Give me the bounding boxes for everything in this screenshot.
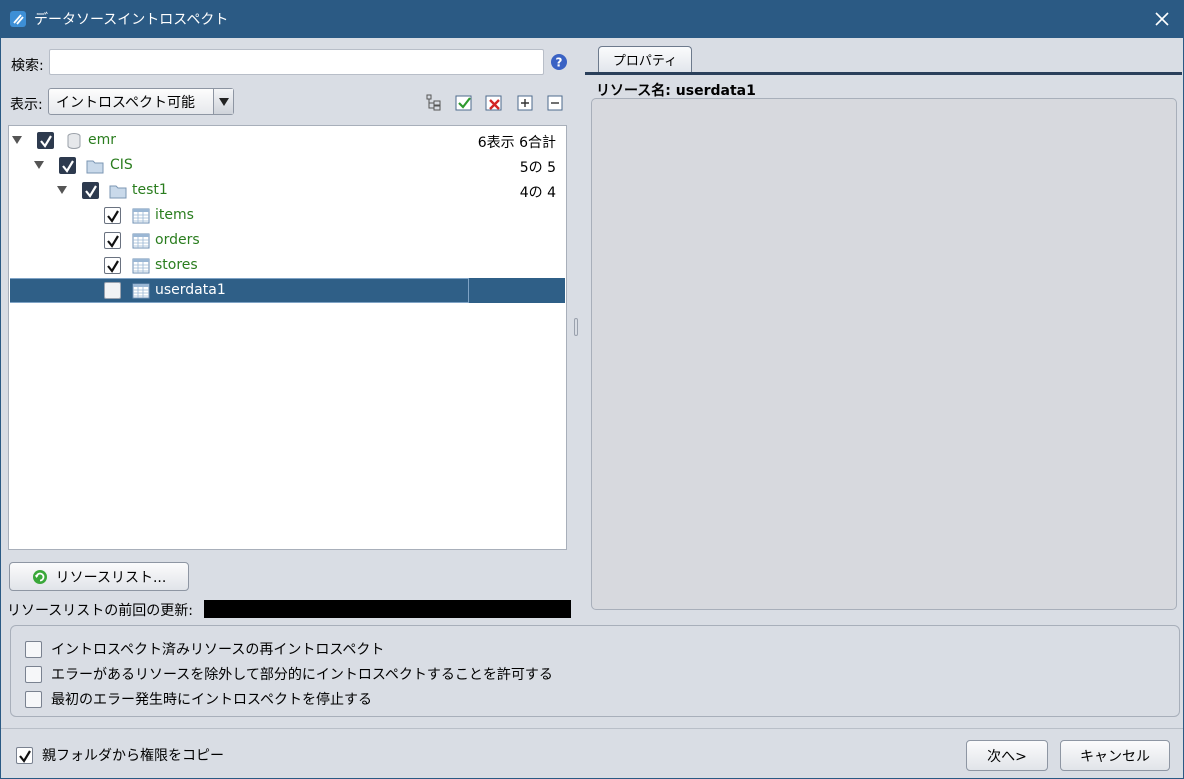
resource-list-button-label: リソースリスト... (55, 569, 167, 586)
tree-item-label: orders (155, 232, 200, 248)
cancel-button-label: キャンセル (1080, 748, 1150, 765)
help-icon[interactable]: ? (551, 54, 567, 70)
resource-name-title: リソース名: userdata1 (596, 83, 756, 99)
resource-list-button[interactable]: リソースリスト... (9, 562, 189, 591)
tree-row-orders[interactable]: orders (10, 228, 565, 253)
table-icon (132, 258, 150, 274)
close-icon[interactable] (1152, 9, 1172, 29)
tree-item-label: emr (88, 132, 117, 148)
check-all-icon[interactable] (455, 94, 473, 112)
tree-row-cis[interactable]: CIS 5の 5 (10, 153, 565, 178)
tree-item-label: test1 (132, 182, 168, 198)
window-title: データソースイントロスペクト (34, 12, 229, 28)
properties-panel (591, 98, 1177, 610)
cancel-button[interactable]: キャンセル (1060, 740, 1170, 771)
search-label: 検索: (11, 58, 44, 74)
tree-row-items[interactable]: items (10, 203, 565, 228)
svg-text:?: ? (556, 56, 563, 70)
display-label: 表示: (10, 97, 43, 113)
tree-item-count: 5の 5 (519, 160, 556, 176)
expand-arrow-icon[interactable] (12, 135, 22, 145)
tab-properties[interactable]: プロパティ (598, 46, 692, 72)
display-filter-value: イントロスペクト可能 (56, 94, 196, 111)
option-allow-partial[interactable]: エラーがあるリソースを除外して部分的にイントロスペクトすることを許可する (25, 664, 553, 684)
tree-structure-icon[interactable] (425, 94, 443, 112)
tree-row-stores[interactable]: stores (10, 253, 565, 278)
option-label: エラーがあるリソースを除外して部分的にイントロスペクトすることを許可する (51, 667, 553, 683)
footer-divider (1, 728, 1183, 729)
option-stop-on-error[interactable]: 最初のエラー発生時にイントロスペクトを停止する (25, 689, 372, 709)
tree-checkbox[interactable] (104, 282, 121, 299)
option-reintrospect[interactable]: イントロスペクト済みリソースの再イントロスペクト (25, 639, 384, 659)
tree-item-label: userdata1 (155, 282, 226, 298)
copy-permissions-label: 親フォルダから権限をコピー (42, 748, 224, 764)
collapse-all-icon[interactable] (546, 94, 564, 112)
tree-item-count: 6表示 6合計 (477, 135, 556, 151)
next-button[interactable]: 次へ> (966, 740, 1048, 771)
folder-icon (109, 185, 127, 199)
selection-cell (10, 278, 469, 303)
introspection-options: イントロスペクト済みリソースの再イントロスペクト エラーがあるリソースを除外して… (10, 625, 1180, 717)
expand-arrow-icon[interactable] (34, 160, 44, 170)
option-checkbox[interactable] (25, 690, 42, 708)
last-update-value-redacted (204, 600, 571, 618)
tree-item-label: stores (155, 257, 198, 273)
table-icon (132, 283, 150, 299)
refresh-icon (32, 569, 47, 584)
search-input[interactable] (49, 49, 544, 75)
dialog-body: 検索: ? 表示: イントロスペクト可能 emr 6表示 6合計 CIS 5の … (0, 38, 1184, 779)
tree-item-label: CIS (110, 157, 133, 173)
tree-checkbox[interactable] (59, 157, 76, 174)
tree-item-count: 4の 4 (519, 185, 556, 201)
tree-row-emr[interactable]: emr 6表示 6合計 (10, 128, 565, 153)
expand-all-icon[interactable] (516, 94, 534, 112)
next-button-label: 次へ> (987, 748, 1027, 765)
chevron-down-icon[interactable] (213, 89, 233, 114)
tab-underline (585, 72, 1182, 75)
last-update-label: リソースリストの前回の更新: (7, 603, 194, 619)
tree-item-label: items (155, 207, 194, 223)
table-icon (132, 208, 150, 224)
resource-tree: emr 6表示 6合計 CIS 5の 5 test1 4の 4 items or… (8, 125, 567, 550)
copy-permissions-option[interactable]: 親フォルダから権限をコピー (16, 745, 224, 765)
tab-properties-label: プロパティ (612, 54, 678, 69)
folder-icon (86, 160, 104, 174)
display-filter-select[interactable]: イントロスペクト可能 (48, 88, 234, 115)
tree-checkbox[interactable] (37, 132, 54, 149)
tree-checkbox[interactable] (104, 257, 121, 274)
expand-arrow-icon[interactable] (57, 185, 67, 195)
tree-checkbox[interactable] (104, 232, 121, 249)
uncheck-all-icon[interactable] (485, 94, 503, 112)
tree-checkbox[interactable] (82, 182, 99, 199)
option-label: 最初のエラー発生時にイントロスペクトを停止する (51, 692, 373, 708)
option-checkbox[interactable] (25, 640, 42, 658)
table-icon (132, 233, 150, 249)
panel-splitter[interactable] (572, 38, 580, 620)
tree-checkbox[interactable] (104, 207, 121, 224)
app-icon (10, 11, 26, 27)
option-label: イントロスペクト済みリソースの再イントロスペクト (51, 642, 385, 658)
copy-permissions-checkbox[interactable] (16, 746, 33, 764)
option-checkbox[interactable] (25, 665, 42, 683)
title-bar: データソースイントロスペクト (0, 0, 1184, 38)
database-icon (67, 133, 81, 149)
splitter-grip[interactable] (574, 318, 578, 336)
tree-row-userdata1[interactable]: userdata1 (10, 278, 565, 303)
tree-row-test1[interactable]: test1 4の 4 (10, 178, 565, 203)
